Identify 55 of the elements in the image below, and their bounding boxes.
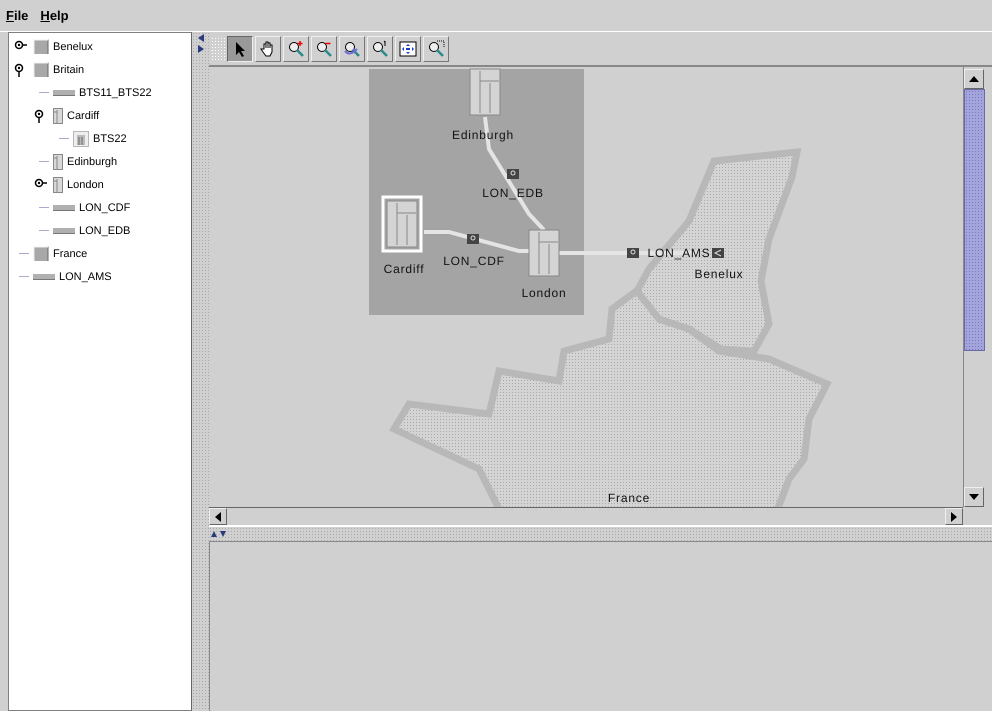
tree-item[interactable]: France <box>53 248 88 260</box>
region-label: France <box>608 491 650 505</box>
building-icon <box>53 176 63 192</box>
menu-item[interactable]: File <box>6 8 28 23</box>
magnifier-arrow-icon <box>343 40 361 58</box>
zoom-in-icon <box>287 40 305 58</box>
tree-item[interactable]: LON_AMS <box>59 270 112 282</box>
bar-icon <box>53 90 75 96</box>
menu-item[interactable]: Help <box>40 8 69 23</box>
site-node[interactable] <box>528 230 560 276</box>
square-icon <box>33 246 49 262</box>
magnifier-one-icon <box>371 40 389 58</box>
magnifier-box-icon <box>427 40 445 58</box>
bar-icon <box>53 228 75 234</box>
scroll-up-icon[interactable] <box>964 69 984 89</box>
scroll-left-icon[interactable] <box>209 508 227 525</box>
tree-item[interactable]: Benelux <box>53 40 93 52</box>
tree-item[interactable]: BTS22 <box>93 132 127 144</box>
horizontal-scrollbar[interactable] <box>209 507 963 525</box>
vertical-scrollbar[interactable] <box>963 67 985 507</box>
bar-icon <box>53 204 75 210</box>
link-label: LON_AMS <box>648 246 710 260</box>
tree-item[interactable]: BTS11_BTS22 <box>79 86 152 98</box>
link-label: LON_EDB <box>482 186 544 200</box>
region-label: Benelux <box>694 267 744 281</box>
scroll-right-icon[interactable] <box>945 508 963 525</box>
square-icon <box>33 38 49 54</box>
scroll-down-icon[interactable] <box>964 487 984 507</box>
antenna-box-icon <box>73 130 89 146</box>
tree-item[interactable]: London <box>67 178 104 190</box>
tree-item[interactable]: Cardiff <box>67 110 100 122</box>
square-icon <box>33 62 49 78</box>
split-arrows-icon[interactable] <box>211 531 229 537</box>
tree-item[interactable]: Edinburgh <box>67 156 118 168</box>
site-label: Cardiff <box>384 262 424 276</box>
link-label: LON_CDF <box>443 254 505 268</box>
bar-icon <box>33 274 55 280</box>
link-marker-icon <box>507 169 519 179</box>
site-label: London <box>522 286 566 300</box>
zoom-out-icon <box>315 40 333 58</box>
tree-item[interactable]: LON_EDB <box>79 224 130 236</box>
link-marker-icon <box>627 248 639 258</box>
collapse-left-icon[interactable] <box>198 34 204 42</box>
building-icon <box>53 154 63 170</box>
site-node[interactable] <box>470 68 500 116</box>
expand-right-icon[interactable] <box>198 45 204 53</box>
tool-button[interactable] <box>227 36 253 62</box>
region-marker-icon <box>712 248 724 258</box>
fit-arrows-icon <box>399 40 417 58</box>
building-icon <box>53 108 63 124</box>
site-label: Edinburgh <box>452 128 514 142</box>
scroll-thumb[interactable] <box>964 89 985 351</box>
link-marker-icon <box>467 234 479 244</box>
tree-item[interactable]: LON_CDF <box>79 202 130 214</box>
tree-item[interactable]: Britain <box>53 64 84 76</box>
